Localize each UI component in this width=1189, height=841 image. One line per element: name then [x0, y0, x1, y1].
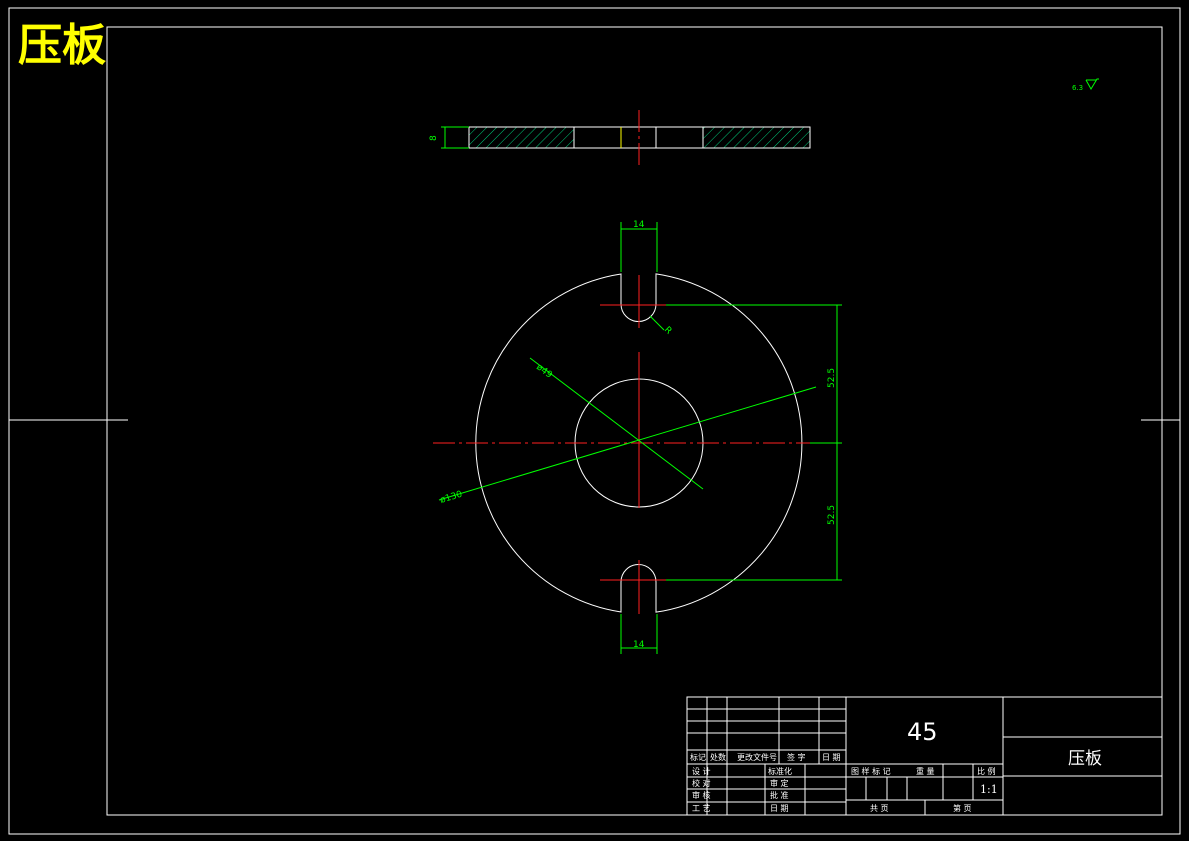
dim-upper-spacing-label: 52.5: [827, 368, 837, 388]
dim-leader-slot-radius: [649, 315, 665, 331]
dim-thickness-label: 8: [429, 135, 439, 141]
rev-header-sign: 签 字: [787, 752, 806, 762]
dim-line-outer-diameter: [438, 386, 817, 501]
stage-header-scale: 比 例: [977, 766, 996, 776]
outer-border: [8, 7, 1181, 835]
rev-header-count: 处数: [710, 752, 726, 762]
dim-line-inner-diameter: [529, 357, 704, 490]
section-hatch-left: [468, 126, 575, 149]
dim-lower-spacing-label: 52.5: [827, 505, 837, 525]
stage-header-weight: 重 量: [916, 766, 935, 776]
sheet-frame: [8, 7, 1181, 835]
role-date: 日 期: [770, 804, 789, 813]
cad-drawing-canvas: 压板 6.3 8 14 14 R ø49 ø130 52.5 52.5 标记 处…: [8, 7, 1181, 835]
role-standard: 标准化: [768, 766, 792, 776]
dim-inner-diameter-label: ø49: [534, 362, 554, 380]
rev-header-mark: 标记: [690, 752, 706, 762]
roughness-symbol: 6.3: [1072, 78, 1099, 92]
role-design: 设 计: [692, 766, 711, 776]
section-view: 8: [429, 110, 811, 168]
role-process: 工 艺: [692, 804, 711, 813]
role-check: 校 对: [692, 778, 711, 788]
section-hatch-right: [702, 126, 811, 149]
plan-view: 14 14 R ø49 ø130 52.5 52.5: [433, 220, 842, 654]
dim-slot-radius-label: R: [662, 325, 674, 337]
sheet-number: 第 页: [953, 803, 972, 813]
stage-header-mark: 图 样 标 记: [851, 766, 891, 776]
role-review: 审 核: [692, 790, 711, 800]
sheet-total: 共 页: [870, 804, 889, 813]
part-name: 压板: [1068, 749, 1102, 769]
title-block: 标记 处数 更改文件号 签 字 日 期 设 计 校 对 审 核 工 艺 标准化 …: [686, 696, 1163, 816]
dim-top-slot-label: 14: [633, 220, 645, 230]
roughness-value: 6.3: [1072, 84, 1083, 92]
material-value: 45: [907, 718, 938, 746]
role-approve: 批 准: [770, 790, 789, 800]
rev-header-date: 日 期: [822, 753, 841, 762]
scale-value: 1:1: [980, 783, 998, 796]
role-approve-check: 审 定: [770, 778, 789, 788]
dim-outer-diameter-label: ø130: [439, 490, 464, 506]
drawing-title: 压板: [18, 20, 106, 71]
dim-bottom-slot-label: 14: [633, 640, 645, 650]
rev-header-doc: 更改文件号: [737, 752, 777, 762]
